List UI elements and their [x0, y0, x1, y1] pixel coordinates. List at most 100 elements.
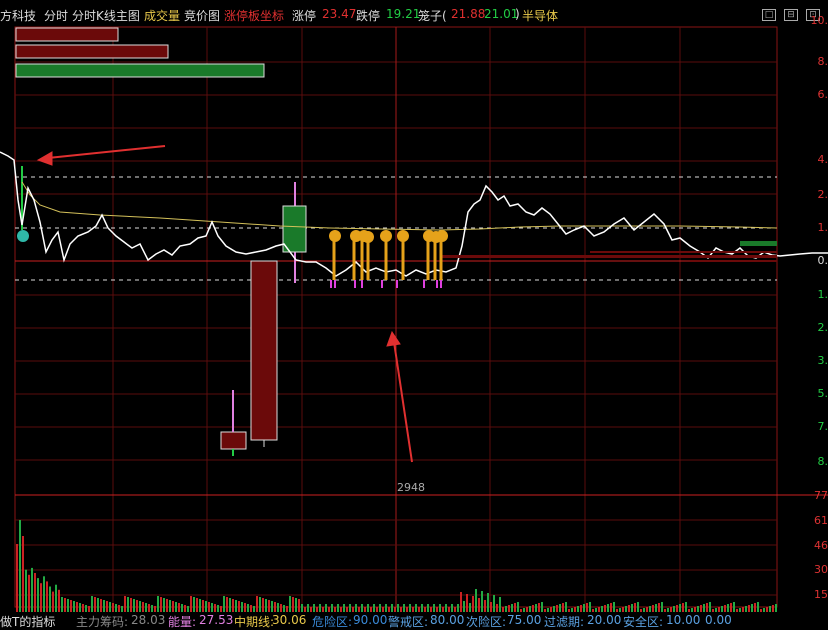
volume-bar [367, 604, 369, 612]
green-pressure-bar [740, 241, 777, 246]
volume-bar [325, 604, 327, 612]
volume-bar [733, 602, 735, 612]
volume-bar [136, 600, 138, 612]
volume-bar [361, 604, 363, 612]
volume-bar [472, 596, 474, 612]
axis-label: 1. [818, 221, 828, 234]
volume-bar [67, 599, 69, 612]
annotation-arrow-1 [38, 146, 165, 165]
volume-bar [94, 597, 96, 612]
volume-bar [682, 603, 684, 612]
volume-bar [478, 598, 480, 612]
volume-bar [337, 604, 339, 612]
indicator-label: 主力筹码: [76, 613, 128, 630]
volume-bar [55, 585, 57, 612]
volume-bar [637, 602, 639, 612]
volume-bar [379, 604, 381, 612]
sector-label[interactable]: 半导体 [522, 7, 558, 24]
cage-low: 21.01 [484, 7, 518, 21]
candle-3-body [283, 206, 306, 252]
volume-bar [484, 600, 486, 612]
volume-bar [661, 602, 663, 612]
volume-bar [706, 603, 708, 612]
volume-bar [586, 603, 588, 612]
indicator-name[interactable]: 做T的指标 [0, 613, 55, 630]
legend-bar-3 [16, 64, 264, 77]
volume-bar [277, 603, 279, 612]
indicator-value: 20.00 [587, 613, 621, 627]
volume-bar [151, 605, 153, 612]
volume-bar [232, 599, 234, 612]
volume-bar [493, 595, 495, 612]
annotation-arrow-2 [387, 332, 412, 462]
volume-bar [40, 583, 42, 612]
volume-bar [748, 605, 750, 612]
tab-kline[interactable]: 分时K线主图 [72, 7, 140, 24]
indicator-label: 能量: [168, 613, 196, 630]
volume-bar [184, 605, 186, 612]
volume-bar [127, 597, 129, 612]
axis-label: 7. [818, 420, 828, 433]
axis-label: 1. [818, 288, 828, 301]
volume-bar [115, 604, 117, 612]
volume-bar [16, 544, 18, 612]
volume-bar [91, 596, 93, 612]
volume-bar [487, 593, 489, 612]
window-split-button[interactable]: ⊟ [784, 9, 798, 21]
volume-bar [103, 600, 105, 612]
cage-high: 21.88 [451, 7, 485, 21]
volume-bar [289, 596, 291, 612]
volume-bar [169, 600, 171, 612]
pressure-bars [440, 251, 777, 262]
volume-bar [409, 604, 411, 612]
volume-bar [433, 604, 435, 612]
indicator-label: 危险区: [312, 613, 352, 630]
volume-bar [730, 603, 732, 612]
intraday-chart[interactable]: 2948 [0, 26, 828, 612]
volume-axis-label: 30 [814, 563, 828, 576]
indicator-value: 80.00 [430, 613, 464, 627]
menu-auction[interactable]: 竞价图 [184, 7, 220, 24]
axis-label: 2. [818, 188, 828, 201]
volume-bar [268, 600, 270, 612]
indicator-label: 警戒区: [388, 613, 428, 630]
volume-bar [241, 602, 243, 612]
axis-label: 10. [811, 14, 828, 27]
volume-bar [355, 604, 357, 612]
window-restore-button[interactable]: □ [762, 9, 776, 21]
volume-bar [34, 573, 36, 612]
volume-bar [256, 596, 258, 612]
indicator-value: 28.03 [131, 613, 165, 627]
axis-label: 8. [818, 55, 828, 68]
tab-fenshi[interactable]: 分时 [44, 7, 68, 24]
volume-bar [52, 592, 54, 612]
axis-label: 5. [818, 387, 828, 400]
volume-bar [124, 596, 126, 612]
volume-bar [118, 605, 120, 612]
volume-bar [589, 602, 591, 612]
volume-bar [271, 601, 273, 612]
legend-bar-2 [16, 45, 168, 58]
volume-bar [217, 605, 219, 612]
volume-bar [85, 605, 87, 612]
volume-bar [466, 594, 468, 612]
volume-bar [172, 601, 174, 612]
axis-label: 8. [818, 455, 828, 468]
volume-bar [451, 604, 453, 612]
cage-close: ) [515, 7, 520, 21]
indicator-bar: 做T的指标 主力筹码: 28.03 能量: 27.53 中期线: 30.06 危… [0, 612, 828, 626]
volume-bar [229, 598, 231, 612]
volume-bar [652, 605, 654, 612]
volume-bar [463, 601, 465, 612]
menu-volume[interactable]: 成交量 [144, 7, 180, 24]
volume-bar [415, 604, 417, 612]
volume-bar [205, 601, 207, 612]
volume-bar [349, 604, 351, 612]
menu-limit-board[interactable]: 涨停板坐标 [224, 7, 284, 24]
volume-bar [343, 604, 345, 612]
volume-bar [511, 604, 513, 612]
volume-bar [130, 598, 132, 612]
volume-bar [757, 602, 759, 612]
volume-bar [298, 599, 300, 612]
volume-bar [262, 598, 264, 612]
